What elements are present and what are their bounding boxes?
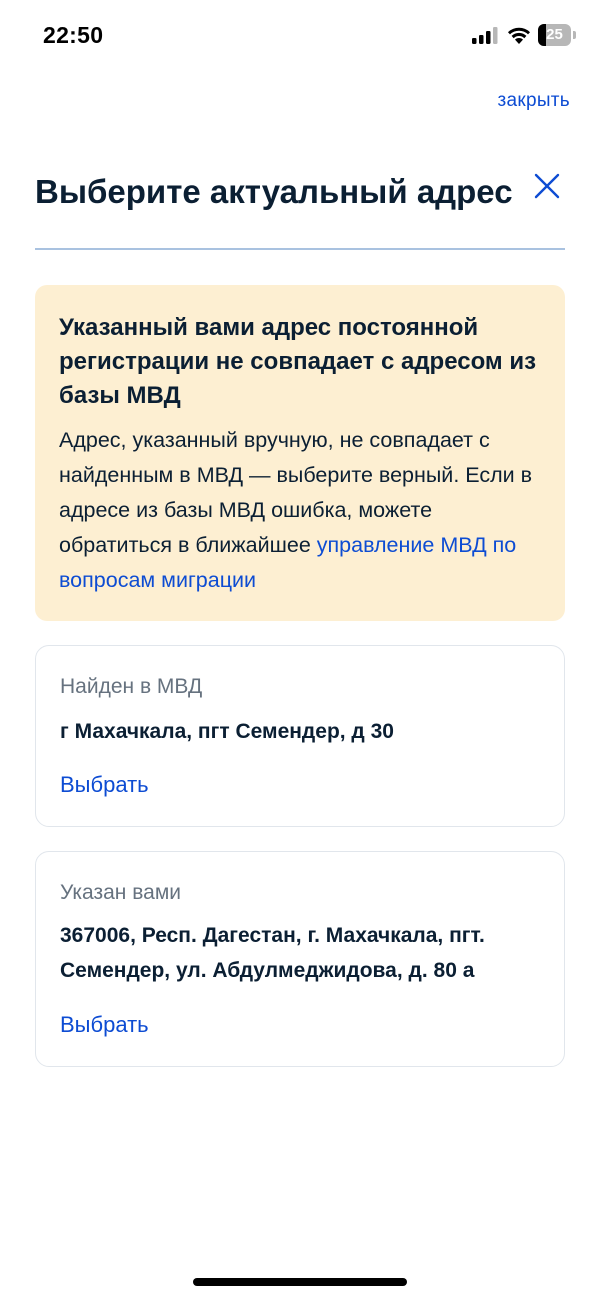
- warning-title: Указанный вами адрес постоянной регистра…: [59, 314, 537, 409]
- signal-icon: [472, 27, 498, 44]
- card-label: Найден в МВД: [60, 675, 203, 698]
- status-bar: 22:50 25: [0, 0, 600, 72]
- home-indicator: [193, 1278, 407, 1286]
- close-icon[interactable]: [531, 170, 563, 202]
- card-address: г Махачкала, пгт Семендер, д 30: [60, 720, 394, 743]
- battery-body: 25: [538, 24, 571, 46]
- warning-text: Адрес, указанный вручную, не совпадает с…: [59, 423, 541, 598]
- card-address: 367006, Респ. Дагестан, г. Махачкала, пг…: [60, 924, 485, 982]
- card-label: Указан вами: [60, 881, 181, 904]
- address-card-mvd: Найден в МВД г Махачкала, пгт Семендер, …: [35, 645, 565, 827]
- warning-box: Указанный вами адрес постоянной регистра…: [35, 285, 565, 621]
- close-link[interactable]: закрыть: [497, 90, 570, 112]
- select-user-address-button[interactable]: Выбрать: [60, 1012, 149, 1038]
- address-card-user: Указан вами 367006, Респ. Дагестан, г. М…: [35, 851, 565, 1067]
- status-time: 22:50: [43, 22, 104, 48]
- battery-icon: 25: [538, 24, 576, 46]
- battery-level: 25: [546, 26, 563, 43]
- select-mvd-address-button[interactable]: Выбрать: [60, 772, 149, 798]
- title-divider: [35, 248, 565, 250]
- wifi-icon: [508, 27, 530, 44]
- battery-cap: [573, 31, 576, 39]
- page-title: Выберите актуальный адрес: [35, 173, 513, 210]
